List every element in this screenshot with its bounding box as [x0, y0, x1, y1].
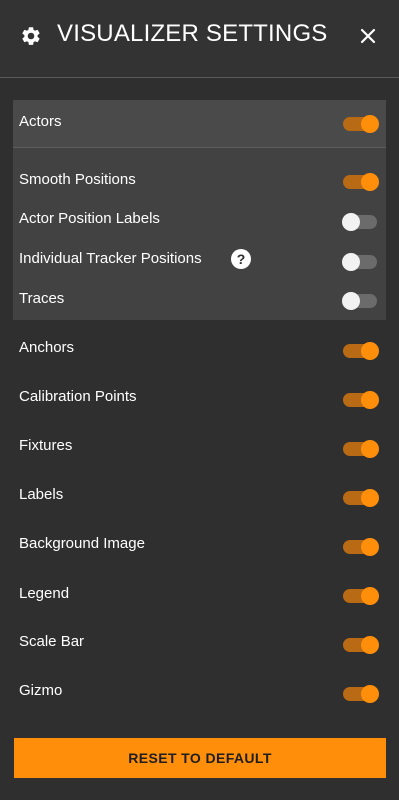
legend-toggle[interactable] — [343, 587, 379, 605]
anchors-toggle[interactable] — [343, 342, 379, 360]
visualizer-settings-panel: VISUALIZER SETTINGS Actors Smooth Positi… — [0, 0, 399, 800]
actors-toggle[interactable] — [343, 115, 379, 133]
individual-tracker-positions-label: Individual Tracker Positions — [19, 250, 202, 267]
toggle-knob — [361, 115, 379, 133]
calibration-points-toggle[interactable] — [343, 391, 379, 409]
toggle-knob — [361, 391, 379, 409]
legend-label: Legend — [19, 585, 70, 602]
traces-label: Traces — [19, 290, 65, 307]
smooth-positions-toggle[interactable] — [343, 173, 379, 191]
toggle-knob — [342, 213, 360, 231]
actors-label: Actors — [19, 113, 62, 130]
actors-parent-row: Actors — [13, 100, 386, 148]
anchors-label: Anchors — [19, 339, 75, 356]
fixtures-label: Fixtures — [19, 437, 73, 454]
toggle-knob — [342, 253, 360, 271]
actors-group: Actors Smooth Positions Actor Position L… — [13, 100, 386, 320]
actor-position-labels-toggle[interactable] — [342, 213, 377, 231]
toggle-knob — [361, 489, 379, 507]
toggle-knob — [361, 440, 379, 458]
scale-bar-label: Scale Bar — [19, 633, 85, 650]
gear-icon — [22, 27, 40, 45]
toggle-knob — [361, 173, 379, 191]
labels-toggle[interactable] — [343, 489, 379, 507]
toggle-knob — [361, 587, 379, 605]
toggle-knob — [342, 292, 360, 310]
traces-toggle[interactable] — [342, 292, 377, 310]
fixtures-toggle[interactable] — [343, 440, 379, 458]
individual-tracker-positions-toggle[interactable] — [342, 253, 377, 271]
labels-label: Labels — [19, 486, 64, 503]
toggle-knob — [361, 538, 379, 556]
smooth-positions-label: Smooth Positions — [19, 171, 136, 188]
reset-to-default-button[interactable]: RESET TO DEFAULT — [14, 738, 386, 778]
scale-bar-toggle[interactable] — [343, 636, 379, 654]
toggle-knob — [361, 342, 379, 360]
actor-position-labels-label: Actor Position Labels — [19, 210, 160, 227]
gizmo-toggle[interactable] — [343, 685, 379, 703]
gizmo-label: Gizmo — [19, 682, 63, 699]
toggle-knob — [361, 636, 379, 654]
question-mark-icon[interactable]: ? — [231, 249, 251, 269]
background-image-label: Background Image — [19, 535, 145, 552]
panel-header: VISUALIZER SETTINGS — [0, 0, 399, 78]
toggle-knob — [361, 685, 379, 703]
close-icon[interactable] — [356, 24, 380, 48]
calibration-points-label: Calibration Points — [19, 388, 137, 405]
background-image-toggle[interactable] — [343, 538, 379, 556]
panel-title: VISUALIZER SETTINGS — [57, 20, 328, 47]
